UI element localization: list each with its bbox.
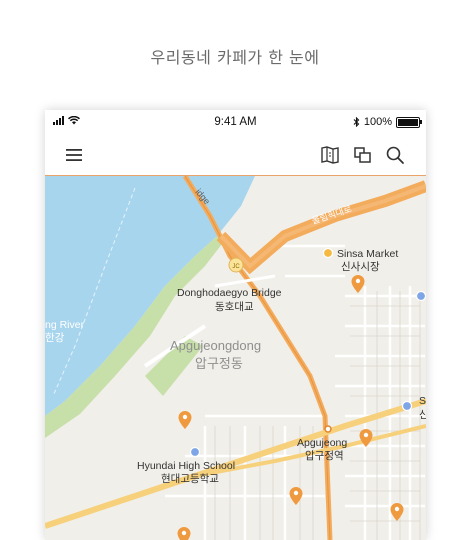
place-han-river-ko: 한강: [45, 332, 65, 344]
place-hyundai-hs-ko: 현대고등학교: [161, 473, 219, 485]
phone-frame: 9:41 AM 100% JC 올림픽대로 idge Sinsa Market …: [45, 110, 426, 540]
place-sinsa-market-ko: 신사시장: [341, 261, 380, 273]
jc-label: JC: [232, 264, 240, 270]
top-navigation-bar: [45, 134, 426, 176]
battery-icon: [396, 116, 422, 128]
status-bar: 9:41 AM 100%: [45, 110, 426, 134]
place-apgujeong-station-en: Apgujeong: [297, 437, 347, 449]
bluetooth-icon: [353, 117, 360, 127]
map-view[interactable]: JC 올림픽대로 idge Sinsa Market 신사시장 Donghoda…: [45, 176, 426, 540]
place-donghodaegyo-en: Donghodaegyo Bridge: [177, 287, 282, 299]
cafe-marker[interactable]: [177, 527, 191, 540]
edge-poi-icon[interactable]: [415, 290, 426, 302]
market-poi-icon[interactable]: [322, 247, 334, 259]
school-poi-icon[interactable]: [189, 446, 201, 458]
place-apgujeongdong-ko: 압구정동: [195, 356, 243, 371]
place-sinsa-market-en: Sinsa Market: [337, 248, 398, 260]
place-donghodaegyo-ko: 동호대교: [215, 301, 254, 313]
hamburger-icon[interactable]: [63, 144, 85, 166]
place-edge-s: S: [419, 395, 426, 407]
map-icon[interactable]: [319, 144, 341, 166]
battery-percent: 100%: [363, 116, 392, 128]
place-apgujeong-station-ko: 압구정역: [305, 449, 344, 462]
place-apgujeongdong-en: Apgujeongdong: [170, 338, 261, 353]
station-dot[interactable]: [324, 425, 332, 433]
layers-icon[interactable]: [352, 144, 374, 166]
edge-poi-icon-2[interactable]: [401, 400, 413, 412]
place-han-river-en: ng River: [45, 319, 85, 331]
search-icon[interactable]: [384, 144, 406, 166]
page-caption: 우리동네 카페가 한 눈에: [150, 48, 320, 67]
place-hyundai-hs-en: Hyundai High School: [137, 460, 235, 472]
place-edge-sin: 신: [419, 409, 426, 421]
